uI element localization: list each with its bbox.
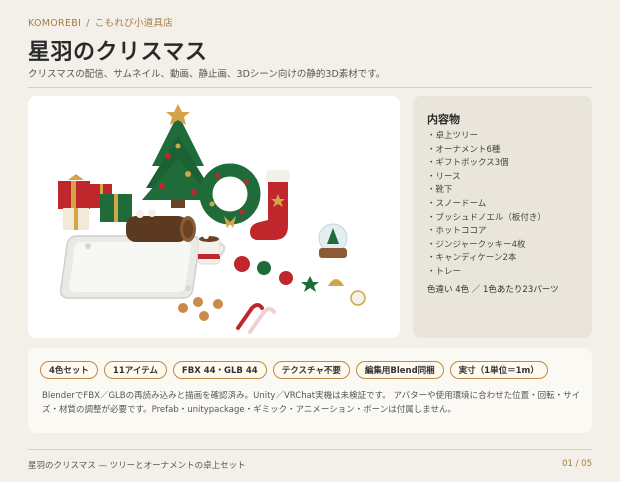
feature-badge: テクスチャ不要 xyxy=(272,361,350,379)
feature-badge: 実寸（1単位＝1m） xyxy=(449,361,548,379)
page-indicator: 01 / 05 xyxy=(562,459,592,469)
footer-caption: 星羽のクリスマス — ツリーとオーナメントの卓上セット xyxy=(28,461,246,471)
feature-badge: 11アイテム xyxy=(103,361,167,379)
contents-summary: 色違い 4色 ／ 1色あたり23パーツ xyxy=(427,285,559,295)
contents-item: 卓上ツリー xyxy=(427,130,546,144)
info-panel: 4色セット 11アイテム FBX 44・GLB 44 テクスチャ不要 編集用Bl… xyxy=(28,348,592,433)
product-illustration xyxy=(58,104,366,334)
contents-panel: 内容物 卓上ツリー オーナメント6種 ギフトボックス3個 リース 靴下 スノード… xyxy=(413,96,592,338)
contents-item: ブッシュドノエル（板付き） xyxy=(427,212,546,226)
feature-badges: 4色セット 11アイテム FBX 44・GLB 44 テクスチャ不要 編集用Bl… xyxy=(40,361,548,379)
product-preview-image xyxy=(28,96,400,338)
ornaments-illustration xyxy=(234,256,366,306)
contents-item: オーナメント6種 xyxy=(427,144,546,158)
contents-item: リース xyxy=(427,171,546,185)
gift-boxes-illustration xyxy=(58,174,132,230)
breadcrumb-separator: / xyxy=(86,18,90,29)
breadcrumb: KOMOREBI / こもれび小道具店 xyxy=(28,15,173,29)
divider-bottom xyxy=(28,449,592,450)
contents-item: 靴下 xyxy=(427,184,546,198)
page-subtitle: クリスマスの配信、サムネイル、動画、静止画、3Dシーン向けの静的3D素材です。 xyxy=(28,69,386,80)
compatibility-note: BlenderでFBX／GLBの再読み込みと描画を確認済み。Unity／VRCh… xyxy=(42,391,581,415)
page-title: 星羽のクリスマス xyxy=(28,40,208,65)
tray-illustration xyxy=(59,235,201,299)
feature-badge: FBX 44・GLB 44 xyxy=(172,361,267,379)
contents-item: トレー xyxy=(427,266,546,280)
yule-log-illustration xyxy=(126,209,196,242)
feature-badge: 4色セット xyxy=(40,361,98,379)
contents-heading: 内容物 xyxy=(427,113,460,126)
contents-item: ギフトボックス3個 xyxy=(427,157,546,171)
ginger-cookies-illustration xyxy=(178,297,223,321)
contents-item: スノードーム xyxy=(427,198,546,212)
snow-globe-illustration xyxy=(318,223,348,258)
breadcrumb-shop[interactable]: こもれび小道具店 xyxy=(95,18,173,29)
feature-badge: 編集用Blend同梱 xyxy=(355,361,444,379)
breadcrumb-brand[interactable]: KOMOREBI xyxy=(28,18,81,29)
wreath-illustration xyxy=(199,163,261,228)
divider-top xyxy=(28,87,592,88)
contents-list: 卓上ツリー オーナメント6種 ギフトボックス3個 リース 靴下 スノードーム ブ… xyxy=(427,130,546,280)
hot-cocoa-illustration xyxy=(197,233,226,265)
candy-canes-illustration xyxy=(236,303,276,334)
contents-item: キャンディケーン2本 xyxy=(427,252,546,266)
contents-item: ジンジャークッキー4枚 xyxy=(427,239,546,253)
contents-item: ホットココア xyxy=(427,225,546,239)
